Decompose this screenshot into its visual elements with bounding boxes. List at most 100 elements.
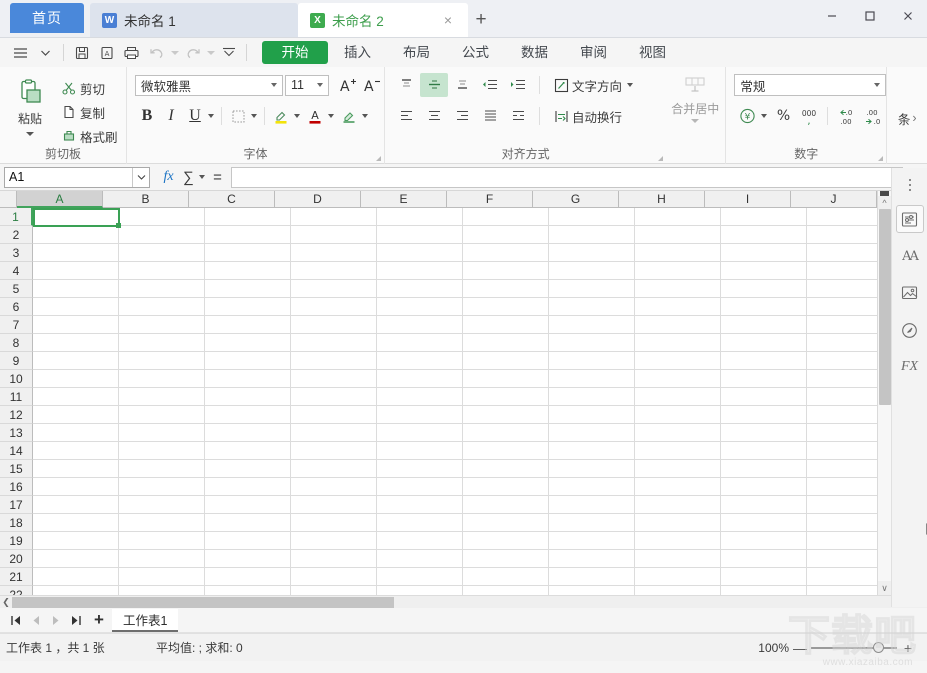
number-format-select[interactable]: 常规 [734, 74, 886, 96]
cell-D4[interactable] [291, 262, 377, 280]
cell-F9[interactable] [463, 352, 549, 370]
cell-D7[interactable] [291, 316, 377, 334]
cell-B22[interactable] [119, 586, 205, 595]
cell-I1[interactable] [721, 208, 807, 226]
cell-J19[interactable] [807, 532, 877, 550]
chevron-right-icon[interactable]: › [912, 111, 916, 125]
cell-I9[interactable] [721, 352, 807, 370]
autosum-icon[interactable]: ∑ [179, 169, 198, 186]
cell-C22[interactable] [205, 586, 291, 595]
horizontal-scrollbar[interactable]: ❮ [0, 595, 927, 608]
insert-function-icon[interactable]: fx [158, 169, 179, 185]
fill-color-button[interactable] [337, 104, 361, 128]
increase-font-size-button[interactable]: A [336, 73, 360, 97]
cell-C12[interactable] [205, 406, 291, 424]
row-header-14[interactable]: 14 [0, 442, 33, 460]
cell-C11[interactable] [205, 388, 291, 406]
cell-I22[interactable] [721, 586, 807, 595]
cell-I5[interactable] [721, 280, 807, 298]
cell-D2[interactable] [291, 226, 377, 244]
cell-C15[interactable] [205, 460, 291, 478]
document-tab-2[interactable]: X 未命名 2 × [298, 3, 468, 37]
cell-D6[interactable] [291, 298, 377, 316]
cell-H15[interactable] [635, 460, 721, 478]
horizontal-scroll-track[interactable] [12, 597, 927, 608]
text-direction-button[interactable]: 文字方向 [547, 73, 636, 97]
cell-G1[interactable] [549, 208, 635, 226]
cell-A9[interactable] [33, 352, 119, 370]
cell-F3[interactable] [463, 244, 549, 262]
zoom-slider[interactable] [811, 641, 897, 655]
decrease-indent-button[interactable] [476, 73, 504, 97]
cell-E11[interactable] [377, 388, 463, 406]
cell-A22[interactable] [33, 586, 119, 595]
cell-B10[interactable] [119, 370, 205, 388]
row-header-15[interactable]: 15 [0, 460, 33, 478]
cell-C5[interactable] [205, 280, 291, 298]
ribbon-tab-layout[interactable]: 布局 [387, 41, 446, 64]
merge-center-button[interactable]: 合并居中 [666, 72, 724, 123]
cell-D5[interactable] [291, 280, 377, 298]
cell-A10[interactable] [33, 370, 119, 388]
cell-E16[interactable] [377, 478, 463, 496]
cell-D1[interactable] [291, 208, 377, 226]
close-tab-icon[interactable]: × [440, 12, 456, 28]
cell-F16[interactable] [463, 478, 549, 496]
name-box-dropdown-icon[interactable] [132, 168, 149, 187]
cell-F4[interactable] [463, 262, 549, 280]
sheet-tab-1[interactable]: 工作表1 [112, 609, 178, 632]
cell-A13[interactable] [33, 424, 119, 442]
cell-J7[interactable] [807, 316, 877, 334]
ribbon-group-conditional-format-partial[interactable]: 条 › [886, 67, 927, 164]
cell-A17[interactable] [33, 496, 119, 514]
cell-F15[interactable] [463, 460, 549, 478]
align-top-button[interactable] [392, 73, 420, 97]
cell-C17[interactable] [205, 496, 291, 514]
cell-H12[interactable] [635, 406, 721, 424]
customize-toolbar-icon[interactable] [216, 40, 241, 65]
cell-C4[interactable] [205, 262, 291, 280]
cell-I4[interactable] [721, 262, 807, 280]
cell-F12[interactable] [463, 406, 549, 424]
row-header-16[interactable]: 16 [0, 478, 33, 496]
close-button[interactable] [889, 0, 927, 32]
row-header-13[interactable]: 13 [0, 424, 33, 442]
cell-C2[interactable] [205, 226, 291, 244]
cell-J20[interactable] [807, 550, 877, 568]
cell-F2[interactable] [463, 226, 549, 244]
row-header-12[interactable]: 12 [0, 406, 33, 424]
cell-B14[interactable] [119, 442, 205, 460]
minimize-button[interactable] [813, 0, 851, 32]
borders-dropdown-caret-icon[interactable] [251, 114, 257, 118]
cell-A8[interactable] [33, 334, 119, 352]
column-header-C[interactable]: C [189, 191, 275, 208]
cell-C6[interactable] [205, 298, 291, 316]
cell-J22[interactable] [807, 586, 877, 595]
highlight-dropdown-caret-icon[interactable] [294, 114, 300, 118]
cell-D8[interactable] [291, 334, 377, 352]
cell-D20[interactable] [291, 550, 377, 568]
cell-A14[interactable] [33, 442, 119, 460]
paste-dropdown-caret-icon[interactable] [26, 132, 34, 136]
cell-E17[interactable] [377, 496, 463, 514]
undo-caret-icon[interactable] [169, 40, 180, 65]
cell-F7[interactable] [463, 316, 549, 334]
column-header-F[interactable]: F [447, 191, 533, 208]
borders-button[interactable] [226, 104, 250, 128]
cell-F1[interactable] [463, 208, 549, 226]
cell-J13[interactable] [807, 424, 877, 442]
percent-format-button[interactable]: % [770, 104, 796, 128]
cell-G13[interactable] [549, 424, 635, 442]
cell-G12[interactable] [549, 406, 635, 424]
cell-J15[interactable] [807, 460, 877, 478]
cell-I21[interactable] [721, 568, 807, 586]
column-header-B[interactable]: B [103, 191, 189, 208]
ribbon-tab-formula[interactable]: 公式 [446, 41, 505, 64]
cell-C3[interactable] [205, 244, 291, 262]
cell-F17[interactable] [463, 496, 549, 514]
cell-D12[interactable] [291, 406, 377, 424]
cell-H14[interactable] [635, 442, 721, 460]
cell-I2[interactable] [721, 226, 807, 244]
cell-G20[interactable] [549, 550, 635, 568]
cell-B17[interactable] [119, 496, 205, 514]
